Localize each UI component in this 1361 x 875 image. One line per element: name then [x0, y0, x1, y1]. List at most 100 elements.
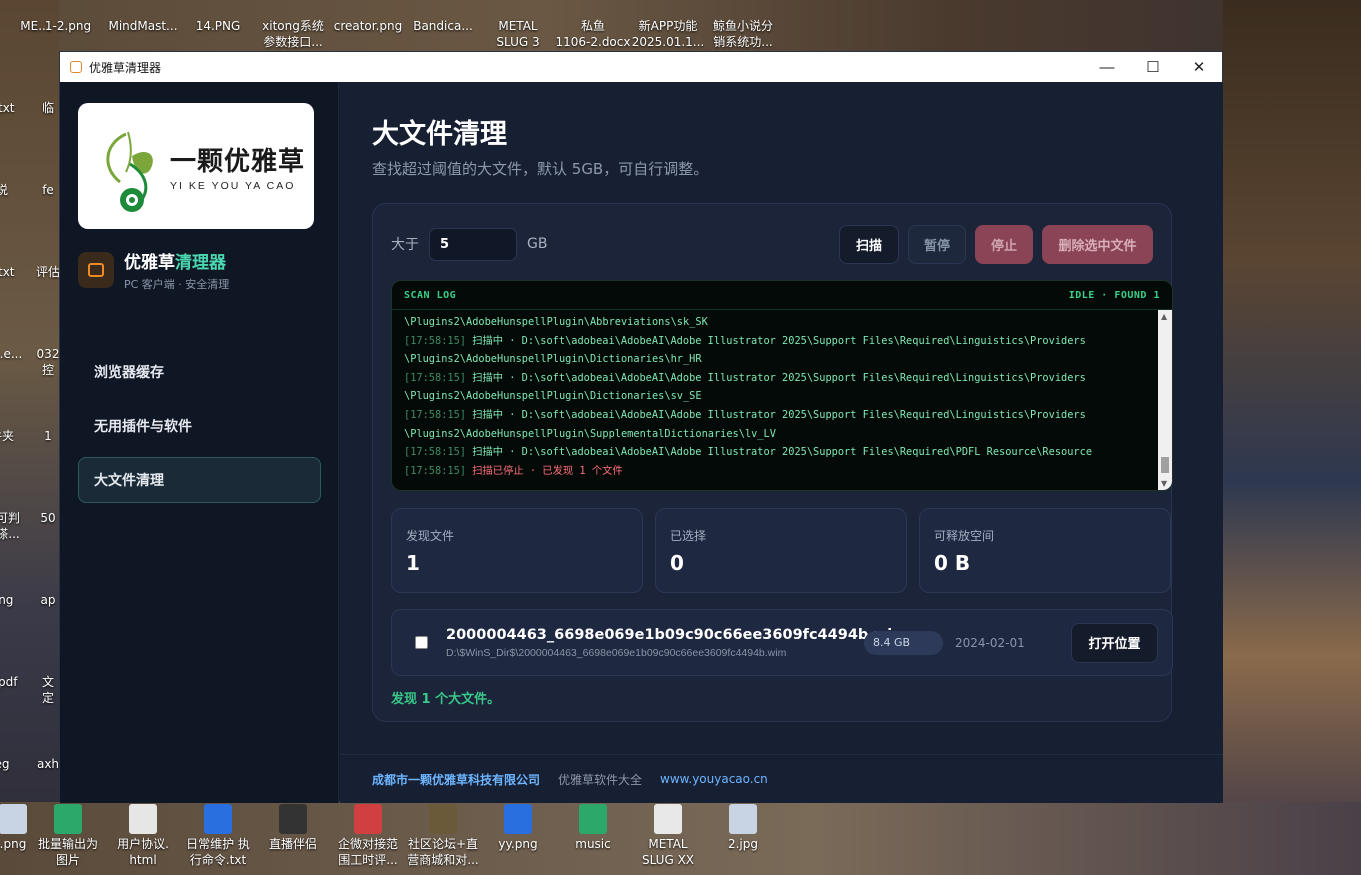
logo-en: YI KE YOU YA CAO [170, 179, 296, 192]
sidebar-nav: 浏览器缓存 无用插件与软件 大文件清理 [78, 349, 321, 511]
nav-item-large-files[interactable]: 大文件清理 [78, 457, 321, 503]
scan-button[interactable]: 扫描 [839, 224, 899, 264]
log-timestamp: [17:58:15] [404, 371, 466, 384]
desktop-icon[interactable]: 企微对接范 围工时评... [328, 804, 408, 868]
stat-value: 0 [670, 551, 684, 575]
desktop-icon[interactable]: ap [36, 592, 60, 608]
desktop-icon[interactable]: axh [36, 756, 60, 772]
scroll-up-icon[interactable]: ▲ [1161, 312, 1167, 321]
log-line: \Plugins2\AdobeHunspellPlugin\Dictionari… [404, 387, 1154, 406]
file-size-badge: 8.4 GB [864, 630, 943, 655]
desktop-icon[interactable]: 14.PNG [178, 18, 258, 34]
app-icon [70, 61, 82, 73]
desktop-icon[interactable]: 文定 [36, 674, 60, 706]
pause-button[interactable]: 暂停 [908, 224, 966, 264]
log-timestamp: [17:58:15] [404, 408, 466, 421]
file-icon [0, 804, 27, 834]
log-line: [17:58:15] 扫描中 · D:\soft\adobeai\AdobeAI… [404, 369, 1154, 388]
file-checkbox[interactable] [415, 636, 428, 649]
desktop-icon[interactable]: 50 [36, 510, 60, 526]
scan-log: SCAN LOG IDLE · FOUND 1 \Plugins2\AdobeH… [391, 280, 1173, 491]
brand-icon [78, 252, 114, 288]
log-message: 扫描中 · D:\soft\adobeai\AdobeAI\Adobe Illu… [466, 371, 1086, 384]
logo-card: 一颗优雅草 YI KE YOU YA CAO [78, 103, 314, 229]
stat-label: 已选择 [670, 529, 707, 543]
found-summary: 发现 1 个大文件。 [391, 692, 501, 707]
desktop-icon[interactable]: music [553, 804, 633, 852]
desktop-icon[interactable]: MindMast... [103, 18, 183, 34]
scroll-down-icon[interactable]: ▼ [1161, 479, 1167, 488]
desktop-icon[interactable]: 临 [36, 100, 60, 116]
desktop-icon[interactable]: 032 控 [36, 346, 60, 378]
sidebar: 一颗优雅草 YI KE YOU YA CAO 优雅草清理器 PC 客户端 · 安… [60, 82, 339, 803]
desktop-icon[interactable]: yy.png [478, 804, 558, 852]
close-button[interactable]: ✕ [1176, 52, 1222, 82]
desktop-icon[interactable]: 鲸鱼小说分 销系统功... [703, 18, 783, 50]
desktop-icon[interactable]: 日常维护 执行命令.txt [178, 804, 258, 868]
file-icon [429, 804, 457, 834]
desktop-icon[interactable]: 青可判欢搽... [0, 510, 32, 542]
footer-company-link[interactable]: 成都市一颗优雅草科技有限公司 [372, 771, 540, 788]
desktop-icon[interactable]: t.txt [0, 264, 32, 280]
scroll-thumb[interactable] [1161, 457, 1169, 473]
stat-label: 可释放空间 [934, 529, 995, 543]
brand-name-a: 优雅草 [124, 253, 175, 273]
stop-button[interactable]: 停止 [975, 224, 1033, 264]
log-title: SCAN LOG [404, 289, 457, 301]
desktop-icon[interactable]: 2.jpg [703, 804, 783, 852]
log-message: 扫描中 · D:\soft\adobeai\AdobeAI\Adobe Illu… [466, 446, 1093, 459]
desktop-icon[interactable]: 评估 [36, 264, 60, 280]
stat-selected: 已选择 0 [655, 508, 907, 593]
app-window: 优雅草清理器 — ☐ ✕ 一颗优雅草 YI KE YOU YA CAO 优雅草清… [59, 51, 1223, 803]
desktop-icon[interactable]: ME.e... [0, 346, 32, 362]
desktop-icon[interactable]: 私鱼 1106-2.docx [553, 18, 633, 50]
log-body: \Plugins2\AdobeHunspellPlugin\Abbreviati… [404, 313, 1154, 480]
desktop-icon[interactable]: 社区论坛+直 营商城和对... [403, 804, 483, 868]
log-message: \Plugins2\AdobeHunspellPlugin\Supplement… [404, 427, 776, 440]
file-icon [504, 804, 532, 834]
log-line: [17:58:15] 扫描已停止 · 已发现 1 个文件 [404, 462, 1154, 481]
file-icon [279, 804, 307, 834]
desktop-icon[interactable]: 2.pdf [0, 674, 32, 690]
desktop-icon[interactable]: 用户协议. html [103, 804, 183, 868]
title-bar: 优雅草清理器 — ☐ ✕ [60, 52, 1222, 82]
desktop-icon[interactable]: 新APP功能 2025.01.1... [628, 18, 708, 50]
open-location-button[interactable]: 打开位置 [1071, 622, 1158, 663]
threshold-input[interactable] [429, 227, 517, 261]
desktop-icon[interactable]: xitong系统 参数接口... [253, 18, 333, 50]
desktop-icon[interactable]: METAL SLUG 3 [478, 18, 558, 50]
nav-item-browser-cache[interactable]: 浏览器缓存 [78, 349, 321, 395]
log-line: \Plugins2\AdobeHunspellPlugin\Dictionari… [404, 350, 1154, 369]
file-icon [579, 804, 607, 834]
desktop-icon[interactable]: 1 [36, 428, 60, 444]
desktop-icon[interactable]: eg [0, 756, 32, 772]
log-message: \Plugins2\AdobeHunspellPlugin\Dictionari… [404, 353, 702, 366]
desktop-icon[interactable]: t.txt [0, 100, 32, 116]
desktop-icon[interactable]: 1-2.png [28, 18, 108, 34]
stat-value: 1 [406, 551, 420, 575]
minimize-button[interactable]: — [1084, 52, 1130, 82]
window-controls: — ☐ ✕ [1084, 52, 1222, 82]
logo-text: 一颗优雅草 YI KE YOU YA CAO [170, 141, 305, 192]
desktop-icon[interactable]: 件夹 [0, 428, 32, 444]
log-message: 扫描已停止 · 已发现 1 个文件 [466, 464, 623, 477]
log-line: \Plugins2\AdobeHunspellPlugin\Abbreviati… [404, 313, 1154, 332]
delete-selected-button[interactable]: 删除选中文件 [1042, 224, 1153, 264]
desktop-icon[interactable]: 批量输出为 图片 [28, 804, 108, 868]
desktop-icon[interactable]: 直播伴侣 [253, 804, 333, 852]
log-scrollbar[interactable]: ▲ ▼ [1158, 310, 1172, 490]
nav-item-unused-plugins[interactable]: 无用插件与软件 [78, 403, 321, 449]
main-content: 大文件清理 查找超过阈值的大文件，默认 5GB，可自行调整。 大于 GB 扫描 … [340, 82, 1223, 803]
desktop-icon[interactable]: fe [36, 182, 60, 198]
desktop-icon[interactable]: Bandica... [403, 18, 483, 34]
file-row[interactable]: 2000004463_6698e069e1b09c90c66ee3609fc44… [391, 609, 1173, 676]
maximize-button[interactable]: ☐ [1130, 52, 1176, 82]
desktop-icon[interactable]: png [0, 592, 32, 608]
footer-url-link[interactable]: www.youyacao.cn [660, 772, 768, 786]
file-icon [54, 804, 82, 834]
file-icon [654, 804, 682, 834]
desktop-icon[interactable]: creator.png [328, 18, 408, 34]
desktop-icon[interactable]: METAL SLUG XX [628, 804, 708, 868]
log-header: SCAN LOG IDLE · FOUND 1 [392, 281, 1172, 310]
desktop-icon[interactable]: 说 [0, 182, 32, 198]
